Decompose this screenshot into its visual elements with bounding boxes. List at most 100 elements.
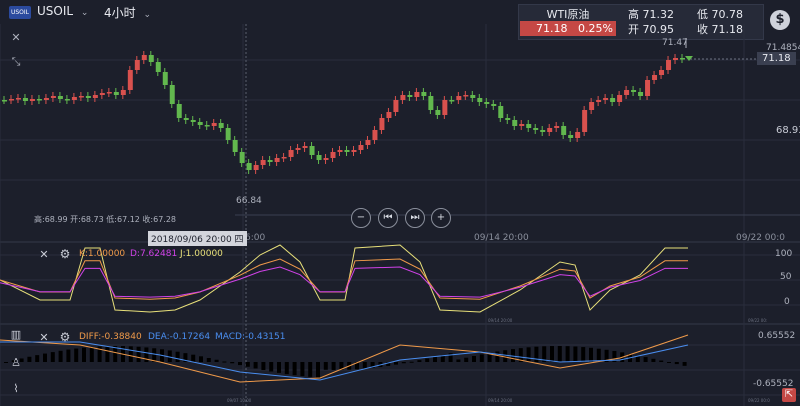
macd-bar — [674, 362, 679, 365]
x-axis-label: 6:00 — [245, 233, 266, 243]
candle-body — [260, 160, 266, 165]
candle-body — [267, 160, 273, 162]
gear-icon[interactable]: ⚙ — [58, 247, 72, 261]
waveform-icon[interactable]: ⌇ — [9, 382, 23, 395]
candle-body — [540, 130, 546, 132]
candle-body — [225, 128, 231, 140]
macd-bar — [394, 362, 398, 365]
candle-body — [484, 102, 490, 104]
macd-bar — [238, 362, 242, 366]
macd-bar — [425, 358, 430, 362]
candle-body — [8, 99, 14, 101]
candle-body — [372, 130, 378, 140]
zoom-in-button[interactable]: + — [431, 208, 451, 228]
gear-icon[interactable]: ⚙ — [58, 330, 72, 344]
kdj-axis-100: 100 — [775, 249, 793, 259]
candle-body — [393, 100, 399, 112]
candle-body — [414, 92, 420, 97]
x-axis-label: 09/14 20:00 — [474, 233, 529, 243]
macd-tick: 09/22 00:0 — [748, 398, 770, 403]
candle-body — [498, 106, 504, 118]
candle-body — [113, 92, 119, 95]
kdj-d-line — [0, 266, 688, 298]
candle-body — [358, 145, 364, 150]
candle-body — [162, 72, 168, 85]
macd-bar — [222, 361, 227, 363]
macd-bar — [581, 347, 586, 362]
macd-bar — [4, 362, 8, 363]
macd-bar — [105, 346, 110, 362]
candle-body — [274, 158, 280, 162]
candle-body — [463, 95, 469, 97]
candle-body — [78, 96, 84, 98]
candle-body — [92, 95, 98, 98]
candle-body — [43, 98, 49, 100]
candle-body — [547, 128, 553, 132]
candle-body — [526, 124, 532, 128]
candle-body — [127, 70, 133, 90]
macd-bar — [50, 352, 55, 362]
candle-body — [533, 128, 539, 130]
macd-bar — [284, 362, 289, 375]
bar-chart-icon[interactable]: ▥ — [9, 328, 23, 341]
macd-bar — [323, 362, 328, 370]
candle-body — [652, 75, 658, 80]
candle-body — [449, 100, 455, 102]
candle-body — [610, 98, 616, 102]
candle-body — [183, 118, 189, 120]
macd-bar — [66, 349, 71, 362]
macd-bar — [409, 361, 414, 363]
macd-bar — [175, 351, 180, 362]
macd-bar — [300, 362, 305, 377]
close-icon[interactable]: ✕ — [37, 331, 51, 344]
candle-body — [302, 146, 308, 148]
macd-bar — [199, 356, 203, 362]
candle-body — [645, 80, 651, 96]
macd-tick: 09/14 20:00 — [488, 398, 513, 403]
candle-body — [141, 55, 147, 60]
macd-bar — [596, 348, 601, 362]
kdj-axis-50: 50 — [780, 272, 792, 282]
macd-macd-value: MACD:-0.43151 — [215, 332, 286, 342]
macd-bar — [206, 357, 211, 362]
macd-bar — [269, 362, 274, 372]
share-icon[interactable]: ⇱ — [782, 388, 796, 402]
macd-bar — [58, 350, 63, 362]
candle-body — [2, 100, 7, 102]
macd-bar — [316, 362, 320, 378]
candle-body — [36, 99, 42, 101]
zoom-out-button[interactable]: − — [351, 208, 371, 228]
macd-bar — [557, 346, 562, 362]
candle-body — [211, 123, 217, 126]
candle-body — [22, 98, 28, 101]
candle-body — [232, 140, 238, 152]
candle-body — [309, 146, 315, 155]
close-icon[interactable]: ✕ — [37, 248, 51, 261]
candle-body — [15, 98, 21, 100]
chart-canvas[interactable] — [0, 0, 800, 406]
candle-body — [617, 95, 623, 102]
candle-body — [568, 135, 574, 138]
candle-body — [351, 150, 357, 152]
candle-body — [190, 120, 196, 122]
macd-bar — [253, 362, 258, 369]
next-button[interactable]: ⏭ — [405, 208, 425, 228]
macd-bar — [245, 362, 250, 367]
candle-body — [596, 100, 602, 102]
kdj-d-value: D:7.62481 — [130, 249, 178, 259]
candle-body — [288, 150, 294, 157]
indicator-icon[interactable]: ♙ — [9, 356, 23, 369]
macd-bar — [261, 362, 266, 371]
kdj-tick: 09/22 00: — [748, 318, 768, 323]
prev-button[interactable]: ⏮ — [378, 208, 398, 228]
macd-bar — [191, 354, 196, 362]
candle-body — [603, 98, 609, 100]
x-axis-label: 09/22 00:0 — [736, 233, 786, 243]
macd-bar — [331, 362, 336, 370]
macd-bar — [651, 358, 656, 362]
macd-bar — [589, 347, 593, 362]
macd-bar — [464, 357, 469, 362]
candle-body — [281, 157, 287, 159]
candle-body — [204, 125, 210, 127]
macd-bar — [417, 360, 422, 362]
